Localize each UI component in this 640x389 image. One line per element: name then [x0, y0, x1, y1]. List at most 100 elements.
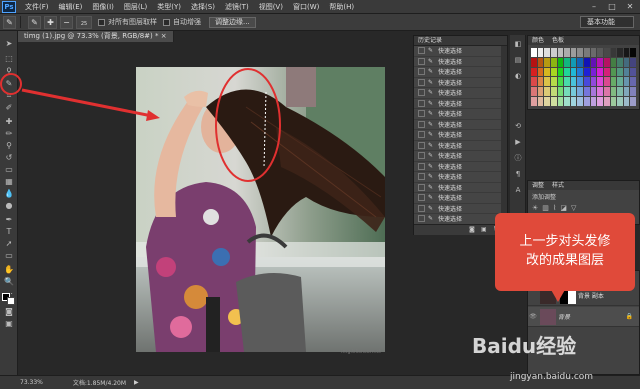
swatch-cell[interactable]	[550, 87, 557, 97]
history-item[interactable]: ✎ 快速选择	[414, 204, 507, 214]
swatch-cell[interactable]	[617, 48, 623, 57]
swatch-cell[interactable]	[603, 87, 610, 97]
swatch-cell[interactable]	[584, 48, 590, 57]
eraser-tool-icon[interactable]: ▭	[3, 165, 15, 175]
move-tool-icon[interactable]: ➤	[3, 39, 15, 49]
shape-tool-icon[interactable]: ▭	[3, 251, 15, 261]
swatch-cell[interactable]	[564, 67, 570, 77]
swatch-cell[interactable]	[603, 48, 610, 57]
swatch-cell[interactable]	[564, 87, 570, 97]
history-snapshot-checkbox[interactable]	[418, 131, 425, 139]
tab-color[interactable]: 颜色	[532, 36, 544, 45]
history-item[interactable]: ✎ 快速选择	[414, 151, 507, 162]
quick-selection-tool-icon[interactable]: ✎	[3, 79, 15, 89]
swatch-cell[interactable]	[570, 77, 577, 87]
menu-edit[interactable]: 编辑(E)	[54, 2, 88, 12]
swatch-cell[interactable]	[603, 97, 610, 106]
menu-window[interactable]: 窗口(W)	[288, 2, 324, 12]
lasso-tool-icon[interactable]: ϙ	[3, 65, 15, 75]
path-selection-icon[interactable]: ➚	[3, 239, 15, 249]
history-snapshot-checkbox[interactable]	[418, 183, 425, 191]
swatch-cell[interactable]	[623, 87, 630, 97]
new-document-icon[interactable]: ▣	[481, 226, 487, 233]
dodge-tool-icon[interactable]: ●	[3, 201, 15, 211]
type-tool-icon[interactable]: T	[3, 227, 15, 237]
history-snapshot-checkbox[interactable]	[418, 57, 425, 65]
swatch-cell[interactable]	[557, 87, 564, 97]
swatch-cell[interactable]	[630, 57, 636, 67]
history-snapshot-checkbox[interactable]	[418, 78, 425, 86]
minimize-icon[interactable]: –	[588, 1, 600, 12]
swatch-cell[interactable]	[537, 48, 544, 57]
tab-adjustments[interactable]: 调整	[532, 181, 544, 190]
swatch-cell[interactable]	[544, 48, 550, 57]
swatch-cell[interactable]	[570, 87, 577, 97]
history-scrollbar[interactable]	[501, 46, 507, 226]
menu-type[interactable]: 类型(Y)	[152, 2, 186, 12]
swatch-cell[interactable]	[590, 97, 597, 106]
menu-filter[interactable]: 滤镜(T)	[220, 2, 254, 12]
zoom-tool-icon[interactable]: 🔍	[3, 277, 15, 287]
swatch-cell[interactable]	[550, 57, 557, 67]
swatch-cell[interactable]	[557, 97, 564, 106]
history-item[interactable]: ✎ 快速选择	[414, 57, 507, 67]
brush-tool-icon[interactable]: ✏	[3, 129, 15, 139]
swatch-cell[interactable]	[584, 67, 590, 77]
history-panel-icon[interactable]: ⟲	[512, 121, 524, 131]
swatch-cell[interactable]	[544, 97, 550, 106]
swatch-cell[interactable]	[531, 67, 537, 77]
canvas-area[interactable]: img.tilisncom.ct	[19, 42, 409, 375]
menu-select[interactable]: 选择(S)	[186, 2, 220, 12]
swatch-cell[interactable]	[617, 87, 623, 97]
subtract-selection-icon[interactable]: −	[60, 15, 73, 29]
tab-swatches[interactable]: 色板	[552, 36, 564, 45]
history-snapshot-checkbox[interactable]	[418, 47, 425, 55]
history-item[interactable]: ✎ 快速选择	[414, 183, 507, 193]
swatch-cell[interactable]	[610, 87, 617, 97]
swatch-cell[interactable]	[610, 67, 617, 77]
swatch-cell[interactable]	[597, 87, 603, 97]
history-snapshot-checkbox[interactable]	[418, 110, 425, 118]
history-item[interactable]: ✎ 快速选择	[414, 141, 507, 151]
history-snapshot-checkbox[interactable]	[418, 215, 425, 223]
swatch-cell[interactable]	[630, 87, 636, 97]
history-item[interactable]: ✎ 快速选择	[414, 214, 507, 225]
swatch-cell[interactable]	[577, 57, 583, 67]
swatch-cell[interactable]	[557, 77, 564, 87]
history-snapshot-checkbox[interactable]	[418, 68, 425, 76]
history-item[interactable]: ✎ 快速选择	[414, 172, 507, 183]
new-selection-icon[interactable]: ✎	[28, 15, 41, 29]
document-tab[interactable]: timg (1).jpg @ 73.3% (背景, RGB/8#) * ×	[18, 31, 174, 42]
background-color-swatch[interactable]	[7, 297, 15, 305]
swatch-cell[interactable]	[623, 77, 630, 87]
swatch-cell[interactable]	[537, 87, 544, 97]
swatch-cell[interactable]	[610, 77, 617, 87]
history-snapshot-checkbox[interactable]	[418, 194, 425, 202]
swatch-cell[interactable]	[531, 57, 537, 67]
sample-all-layers-checkbox[interactable]	[98, 18, 105, 26]
character-panel-icon[interactable]: A	[512, 185, 524, 195]
eyedropper-tool-icon[interactable]: ✐	[3, 103, 15, 113]
swatch-cell[interactable]	[610, 57, 617, 67]
swatch-cell[interactable]	[577, 67, 583, 77]
status-arrow-icon[interactable]: ▶	[134, 379, 139, 386]
marquee-tool-icon[interactable]: ⬚	[3, 54, 15, 64]
history-snapshot-checkbox[interactable]	[418, 204, 425, 212]
swatch-cell[interactable]	[610, 97, 617, 106]
swatch-cell[interactable]	[544, 87, 550, 97]
swatch-cell[interactable]	[590, 67, 597, 77]
swatch-cell[interactable]	[531, 87, 537, 97]
hand-tool-icon[interactable]: ✋	[3, 265, 15, 275]
swatch-cell[interactable]	[544, 67, 550, 77]
swatch-cell[interactable]	[564, 48, 570, 57]
swatch-cell[interactable]	[564, 57, 570, 67]
swatch-cell[interactable]	[570, 57, 577, 67]
auto-enhance-checkbox[interactable]	[163, 18, 170, 26]
clone-stamp-icon[interactable]: ⚲	[3, 141, 15, 151]
quick-mask-icon[interactable]: ◙	[3, 307, 15, 317]
swatch-cell[interactable]	[537, 77, 544, 87]
swatch-cell[interactable]	[564, 97, 570, 106]
swatch-cell[interactable]	[597, 77, 603, 87]
swatch-cell[interactable]	[537, 97, 544, 106]
history-item[interactable]: ✎ 快速选择	[414, 88, 507, 99]
